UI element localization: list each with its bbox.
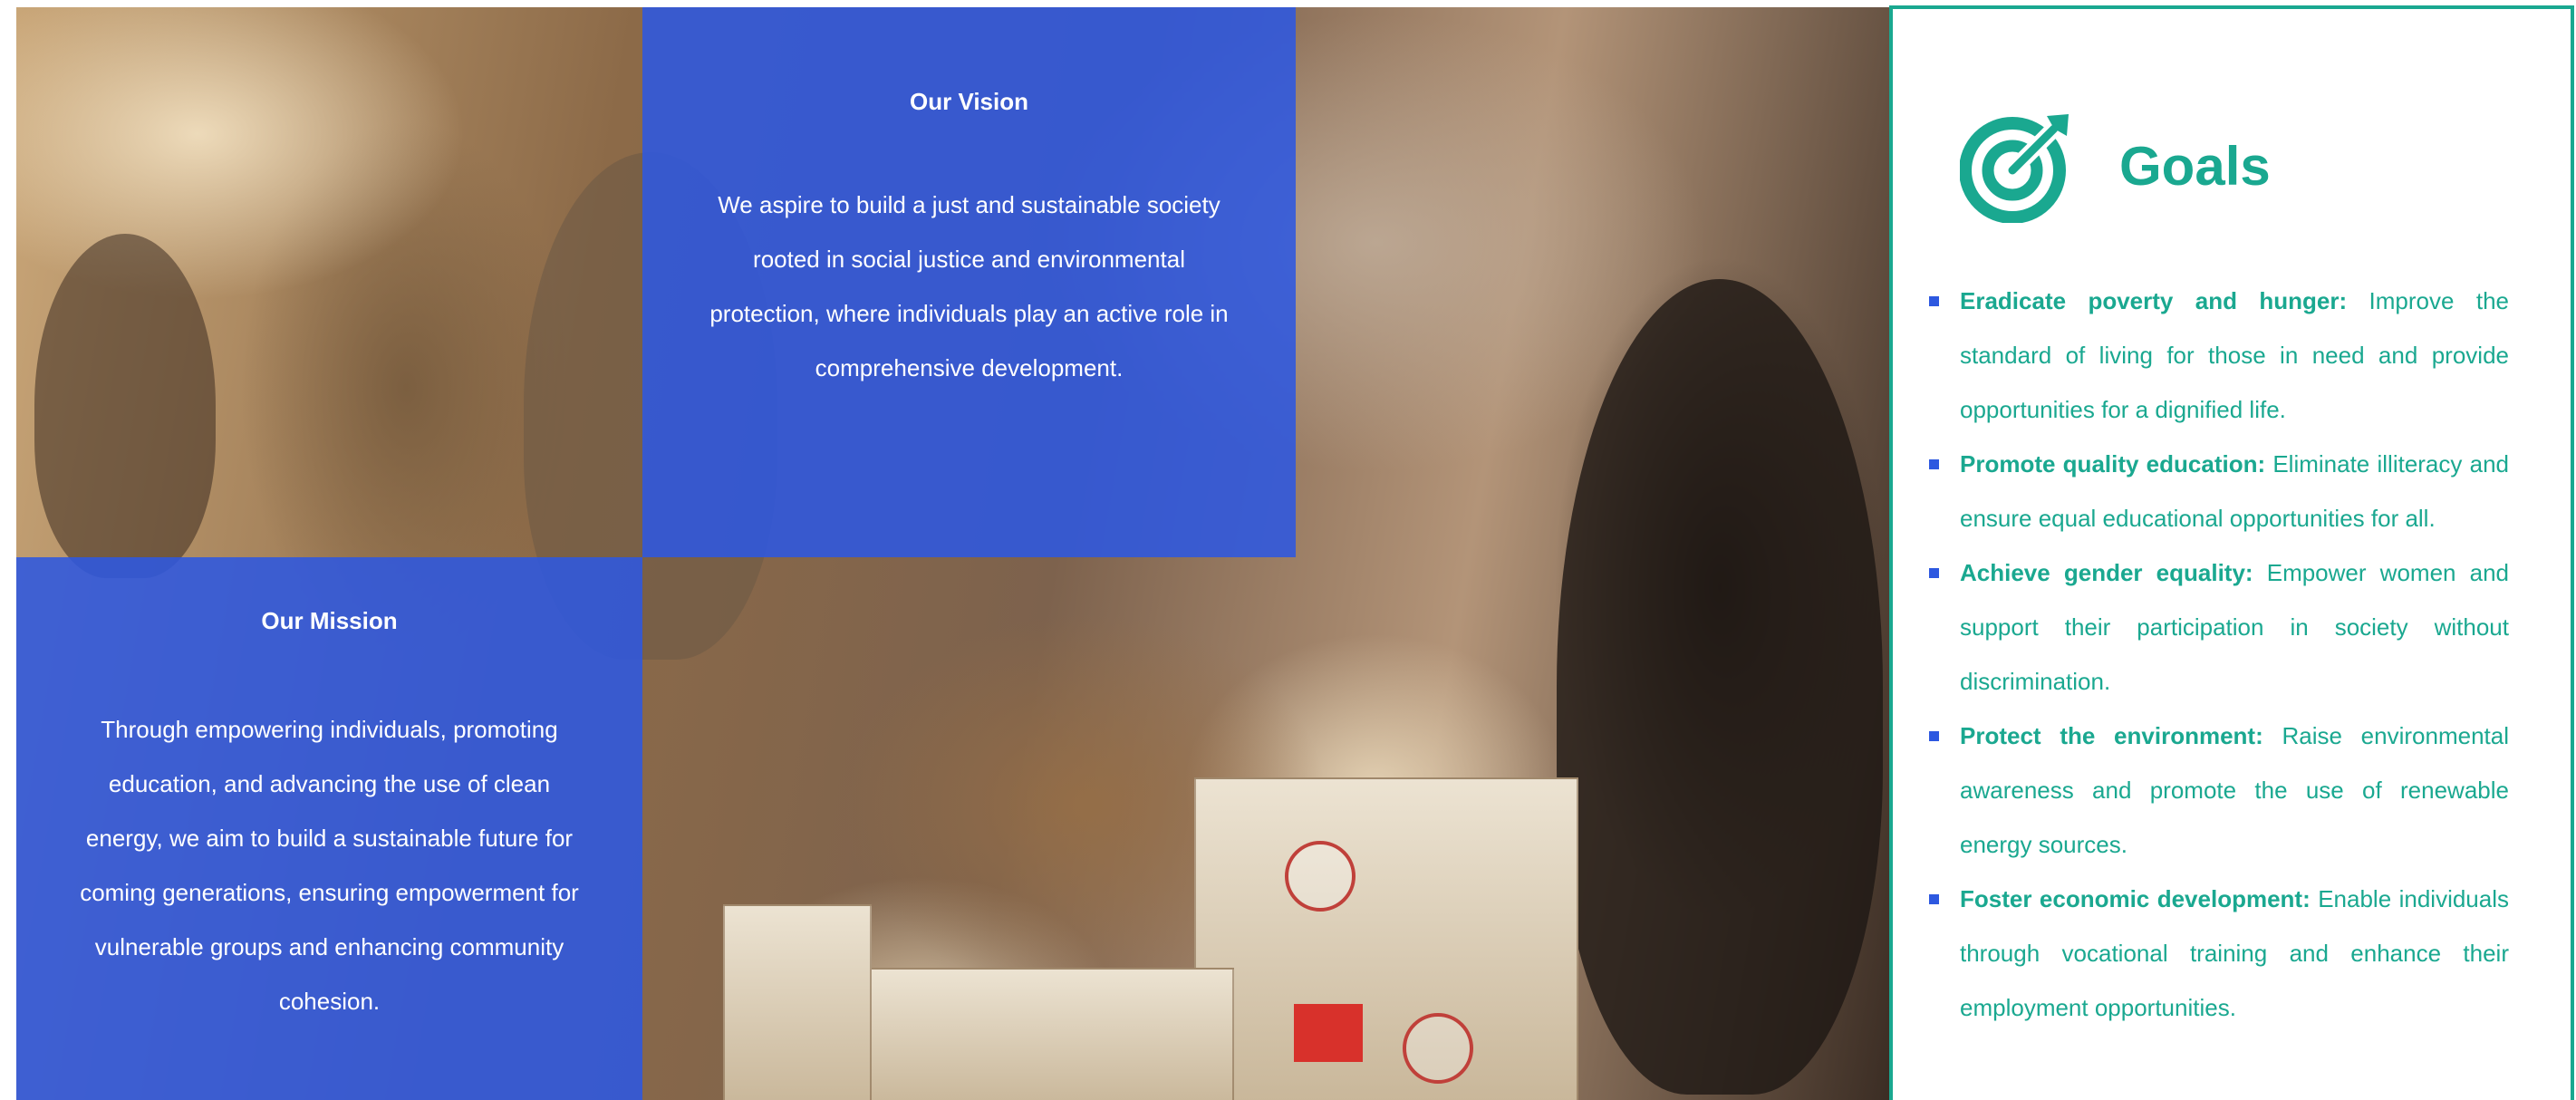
- square-bullet-icon: [1929, 731, 1939, 741]
- goals-header: Goals: [1960, 107, 2271, 227]
- goals-list: Eradicate poverty and hunger: Improve th…: [1929, 274, 2509, 1035]
- photo-box-1: [1194, 777, 1578, 1100]
- goal-item: Eradicate poverty and hunger: Improve th…: [1929, 274, 2509, 437]
- goal-item: Foster economic development: Enable indi…: [1929, 872, 2509, 1035]
- goal-heading: Achieve gender equality:: [1960, 559, 2253, 586]
- vision-panel: Our Vision We aspire to build a just and…: [642, 7, 1296, 557]
- photo-figure-right: [1557, 279, 1883, 1095]
- square-bullet-icon: [1929, 894, 1939, 904]
- slide-page: Our Vision We aspire to build a just and…: [0, 0, 2576, 1100]
- photo-stamp: [1285, 841, 1356, 912]
- photo-stamp-2: [1403, 1013, 1473, 1084]
- mission-text: Through empowering individuals, promotin…: [80, 716, 579, 1015]
- goal-heading: Promote quality education:: [1960, 450, 2266, 478]
- photo-box-3: [723, 904, 872, 1100]
- goal-heading: Eradicate poverty and hunger:: [1960, 287, 2348, 314]
- goal-heading: Foster economic development:: [1960, 885, 2311, 912]
- mission-panel: Our Mission Through empowering individua…: [16, 557, 642, 1100]
- goal-item: Protect the environment: Raise environme…: [1929, 709, 2509, 872]
- square-bullet-icon: [1929, 568, 1939, 578]
- photo-stamp-rect: [1294, 1004, 1363, 1062]
- goal-item: Achieve gender equality: Empower women a…: [1929, 545, 2509, 709]
- goal-item: Promote quality education: Eliminate ill…: [1929, 437, 2509, 545]
- goals-card: Goals Eradicate poverty and hunger: Impr…: [1889, 5, 2574, 1100]
- goals-title: Goals: [2119, 136, 2271, 197]
- vision-title: Our Vision: [910, 88, 1028, 115]
- goal-heading: Protect the environment:: [1960, 722, 2263, 749]
- square-bullet-icon: [1929, 459, 1939, 469]
- vision-text: We aspire to build a just and sustainabl…: [709, 191, 1229, 381]
- square-bullet-icon: [1929, 296, 1939, 306]
- mission-title: Our Mission: [261, 607, 398, 634]
- photo-figure-left: [34, 234, 216, 578]
- photo-box-2: [850, 968, 1234, 1100]
- target-icon: [1960, 114, 2069, 223]
